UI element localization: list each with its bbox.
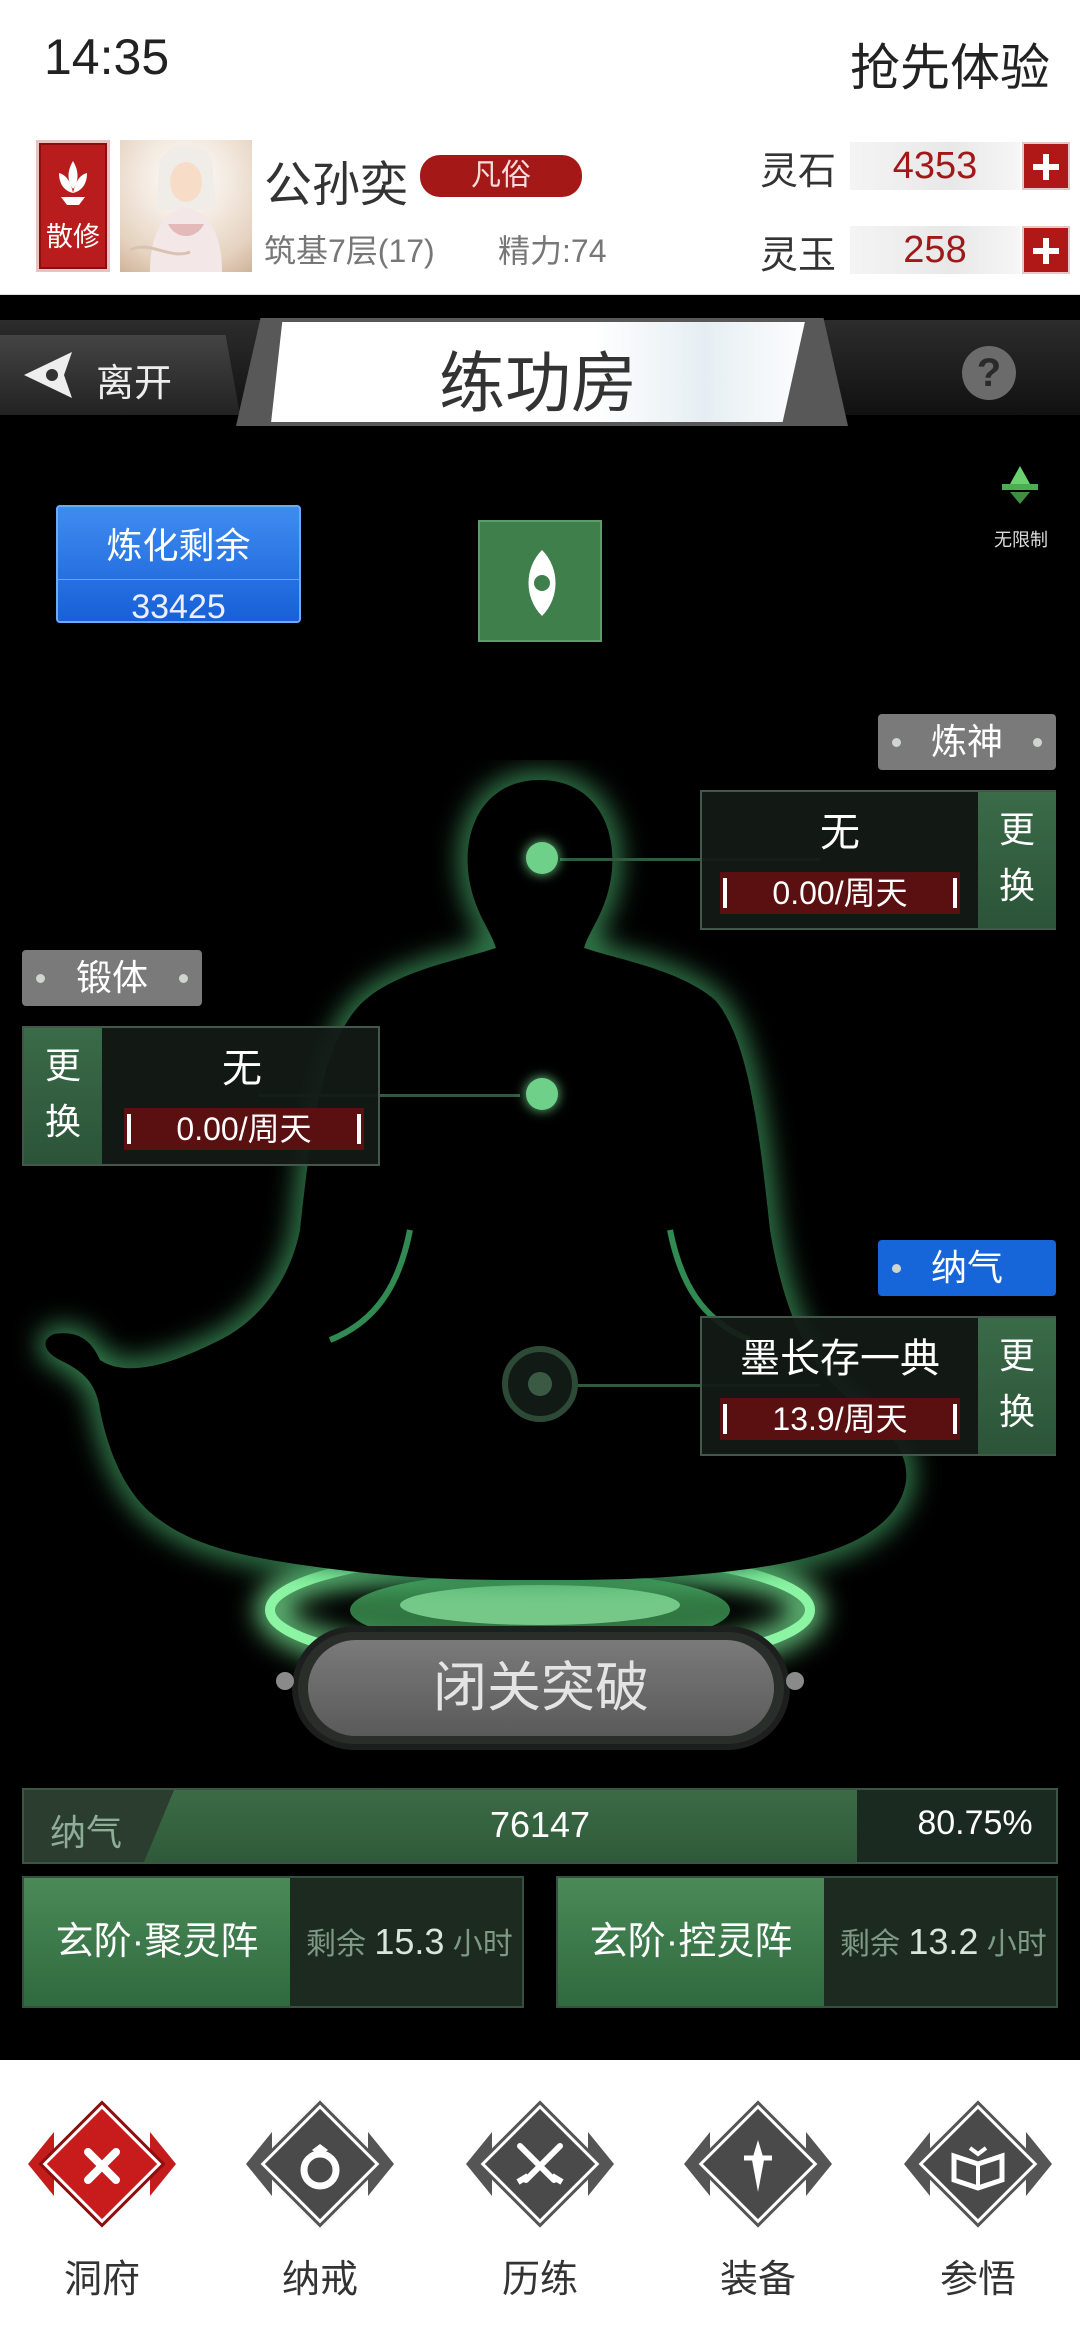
array-name: 玄阶·聚灵阵 [24,1878,290,2006]
absorb-qi-item-name: 墨长存一典 [740,1337,940,1381]
refine-spirit-tag: 炼神 [878,714,1056,770]
absorb-qi-tag-label: 纳气 [930,1247,1003,1288]
unlimited-label: 无限制 [994,530,1048,550]
refine-spirit-slot[interactable]: 无 0.00/周天 更换 [700,790,1056,930]
eye-icon [528,550,556,616]
temper-body-rate: 0.00/周天 [124,1108,364,1150]
qi-percent: 80.75% [917,1804,1033,1842]
time-prefix: 剩余 [306,1928,366,1961]
character-portrait-icon [129,145,222,272]
absorb-qi-rate: 13.9/周天 [720,1398,960,1440]
nav-label: 纳戒 [281,2259,358,2301]
absorb-qi-slot[interactable]: 墨长存一典 13.9/周天 更换 [700,1316,1056,1456]
dantian-core [528,1372,552,1396]
nav-item-adventure[interactable]: 历练 [450,2080,630,2320]
ring-icon [300,2144,340,2190]
cultivation-realm: 筑基7层(17) [264,233,435,269]
help-icon[interactable]: ? [962,346,1016,400]
time-unit: 小时 [452,1928,513,1961]
nav-label: 参悟 [939,2259,1016,2301]
spirit-stone-label: 灵石 [760,151,837,193]
back-arrow-icon [24,352,72,398]
refine-spirit-item-name: 无 [820,811,860,855]
dagger-icon [744,2140,772,2192]
swap-label-1: 更 [998,1335,1035,1376]
temper-body-slot[interactable]: 更换 无 0.00/周天 [22,1026,380,1166]
close-x-icon [84,2148,120,2184]
tag-dot [1033,738,1042,747]
spirit-stone-value: 4353 [850,142,1020,190]
status-time: 14:35 [44,29,170,85]
time-hours: 13.2 [908,1921,979,1962]
avatar[interactable] [120,140,252,272]
rank-badge: 凡俗 [420,155,582,197]
array-time-remaining: 剩余 13.2 小时 [840,1878,1047,2009]
array-name: 玄阶·控灵阵 [558,1878,824,2006]
tag-dot [179,974,188,983]
nav-label: 装备 [719,2259,796,2301]
swap-label-1: 更 [998,809,1035,850]
tag-dot [892,738,901,747]
refine-spirit-tag-label: 炼神 [930,721,1003,762]
swap-label-2: 换 [998,1391,1035,1432]
add-spirit-jade-button[interactable] [1022,226,1070,274]
temper-body-tag: 锻体 [22,950,202,1006]
nav-item-comprehend[interactable]: 参悟 [888,2080,1068,2320]
swap-label-1: 更 [44,1045,81,1086]
nav-item-equipment[interactable]: 装备 [668,2080,848,2320]
time-hours: 15.3 [374,1921,445,1962]
nav-item-ring[interactable]: 纳戒 [230,2080,410,2320]
refine-spirit-swap-button[interactable]: 更换 [978,792,1056,928]
spinning-top-icon[interactable] [996,462,1044,506]
qi-value: 76147 [489,1804,591,1845]
sect-label: 散修 [46,222,100,252]
nav-label: 洞府 [63,2259,140,2301]
tag-dot [892,1264,901,1273]
lotus-icon [59,161,87,205]
spirit-jade-value: 258 [850,226,1020,274]
player-name: 公孙奕 [264,159,409,212]
refine-remaining-panel[interactable]: 炼化剩余 33425 [56,505,301,626]
page-title: 练功房 [439,346,637,420]
open-book-icon [951,2146,1005,2191]
chest-node[interactable] [526,1078,558,1110]
swap-label-2: 换 [998,865,1035,906]
temper-body-item-name: 无 [222,1047,262,1091]
qi-label: 纳气 [50,1812,123,1853]
tag-dot [36,974,45,983]
temper-body-swap-button[interactable]: 更换 [24,1028,102,1164]
sect-badge[interactable]: 散修 [36,140,110,272]
refine-remaining-label: 炼化剩余 [106,525,251,566]
leave-label: 离开 [96,363,173,405]
time-unit: 小时 [986,1928,1047,1961]
swap-label-2: 换 [44,1101,81,1142]
head-node[interactable] [526,842,558,874]
time-prefix: 剩余 [840,1928,900,1961]
nav-item-cave[interactable]: 洞府 [12,2080,192,2320]
energy-value: 精力:74 [498,233,607,269]
early-access-label: 抢先体验 [850,40,1050,96]
view-toggle-button[interactable] [478,520,602,642]
breakthrough-button[interactable]: 闭关突破 [308,1640,774,1736]
array-slot-gather[interactable]: 玄阶·聚灵阵 剩余 15.3 小时 [22,1876,524,2008]
nav-label: 历练 [501,2259,578,2301]
crossed-swords-icon [516,2143,564,2185]
add-spirit-stone-button[interactable] [1022,142,1070,190]
refine-spirit-rate: 0.00/周天 [720,872,960,914]
spirit-jade-label: 灵玉 [760,235,837,277]
absorb-qi-tag: 纳气 [878,1240,1056,1296]
absorb-qi-swap-button[interactable]: 更换 [978,1318,1056,1454]
temper-body-tag-label: 锻体 [75,957,148,998]
button-knob [786,1672,804,1690]
array-slot-control[interactable]: 玄阶·控灵阵 剩余 13.2 小时 [556,1876,1058,2008]
button-knob [276,1672,294,1690]
dantian-node[interactable] [502,1346,578,1422]
refine-remaining-value: 33425 [58,579,299,627]
array-time-remaining: 剩余 15.3 小时 [306,1878,513,2009]
